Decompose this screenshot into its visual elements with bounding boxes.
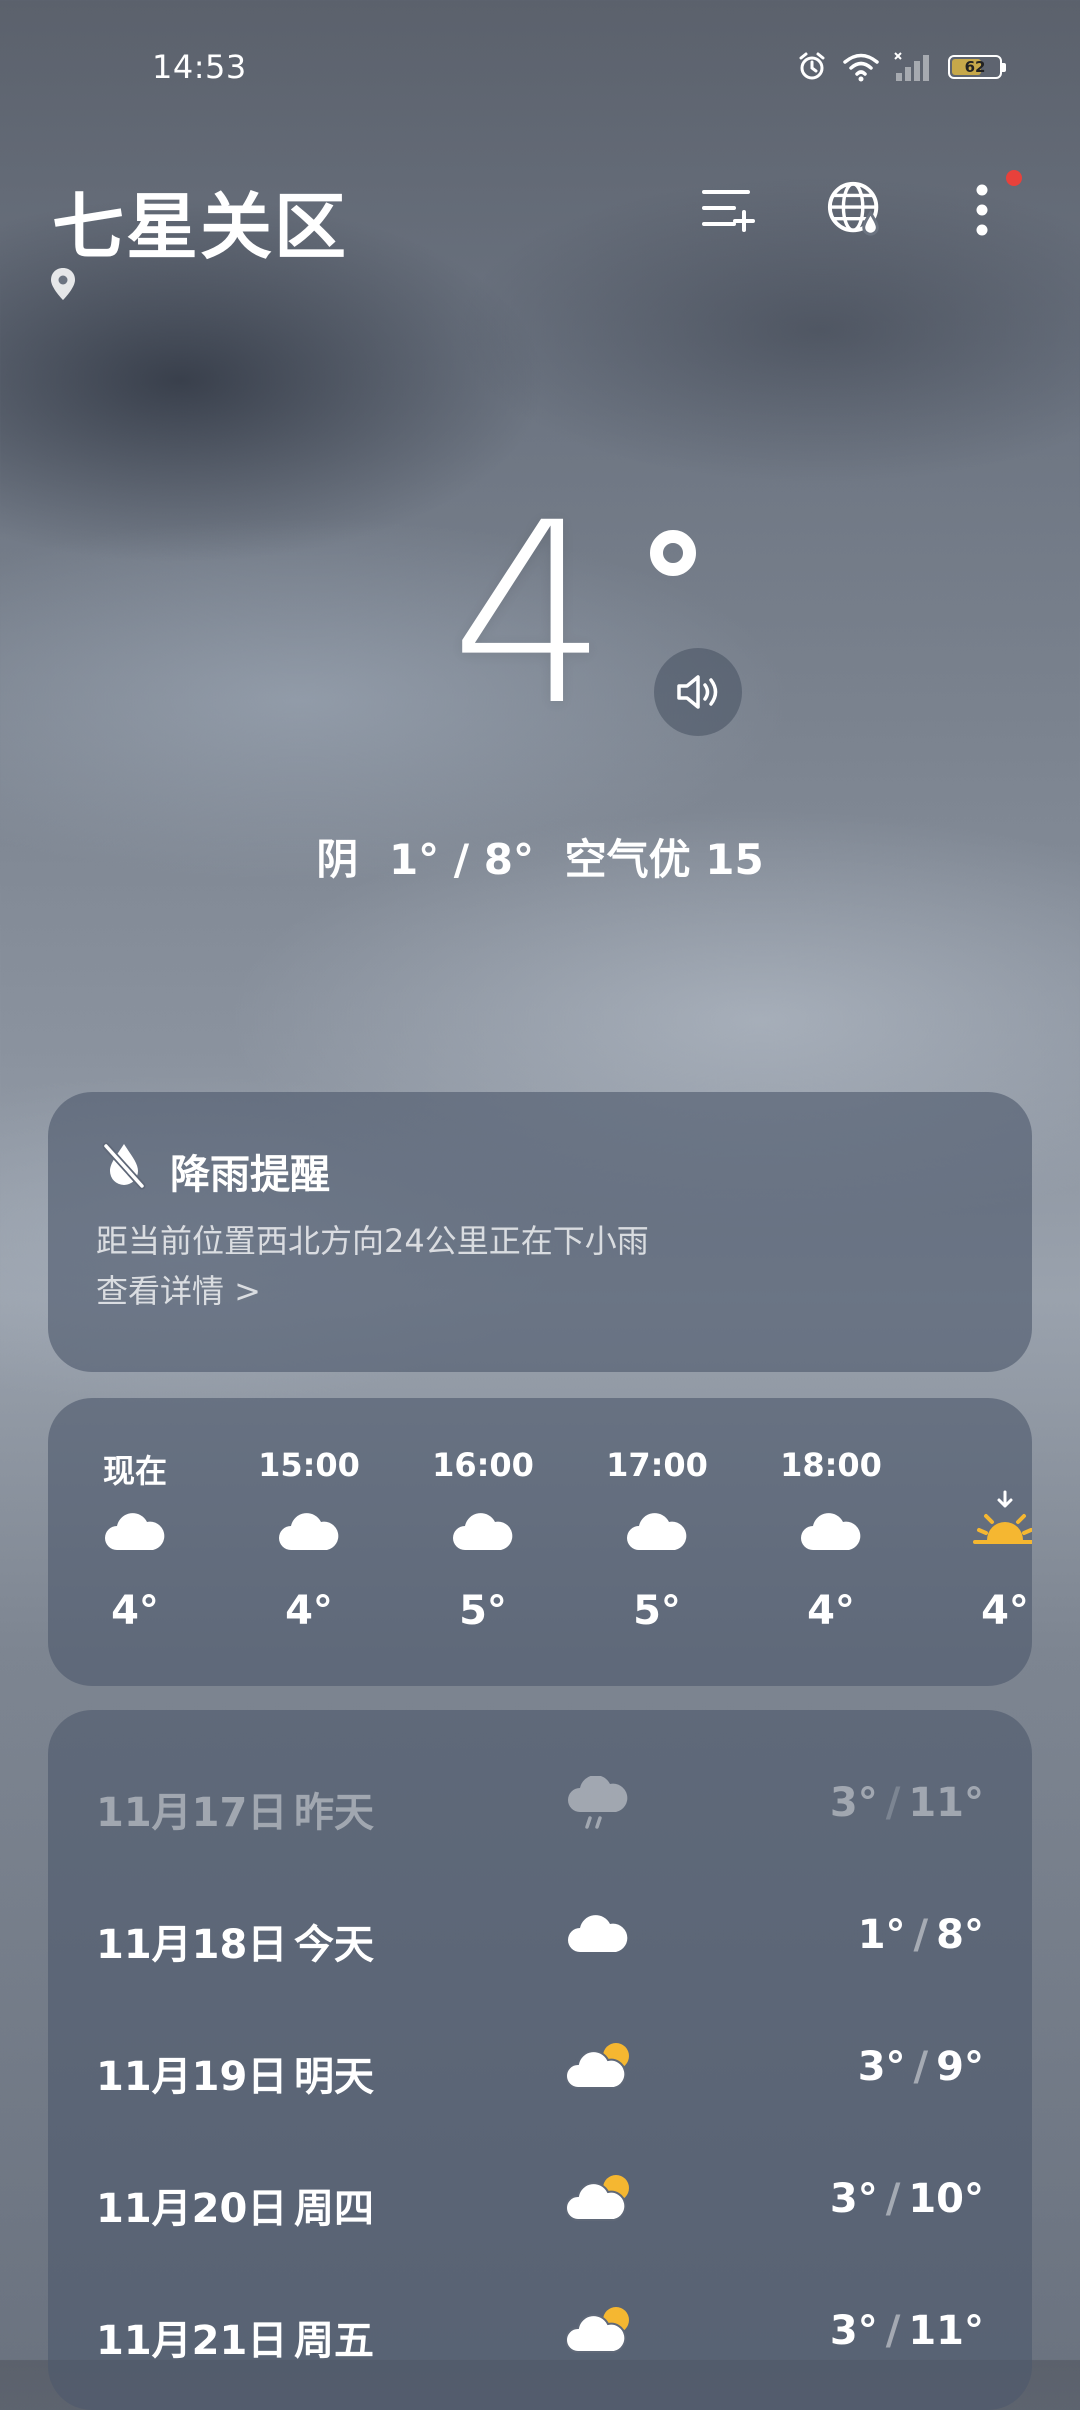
hour-label: 16:00 [432, 1446, 534, 1484]
cloud-icon [568, 1915, 628, 1952]
degree-symbol [650, 530, 696, 576]
sunset-icon [973, 1490, 1032, 1544]
day-temp-range: 3°/11° [829, 1780, 984, 1826]
day-low: 3° [829, 1780, 878, 1826]
hour-label: 17:00 [606, 1446, 708, 1484]
hour-label: 15:00 [258, 1446, 360, 1484]
day-high: 10° [908, 2176, 984, 2222]
day-label: 周四 [294, 2186, 374, 2232]
day-low: 3° [829, 2176, 878, 2222]
cloud-icon [453, 1513, 513, 1550]
globe-rain-icon [827, 181, 879, 236]
battery-level: 62 [964, 58, 986, 76]
speaker-icon [677, 675, 718, 709]
day-label: 明天 [294, 2054, 374, 2100]
global-weather-button[interactable] [826, 180, 886, 240]
battery-icon: 62 [948, 55, 1006, 79]
hour-temp: 4° [285, 1588, 333, 1634]
hour-temp: 4° [807, 1588, 855, 1634]
day-date: 11月20日 [96, 2186, 288, 2232]
alert-details-link[interactable]: 查看详情 > [96, 1266, 261, 1312]
more-options-button[interactable] [952, 180, 1012, 240]
day-temp-range: 1°/8° [857, 1912, 984, 1958]
day-label: 今天 [294, 1922, 374, 1968]
wifi-icon [843, 53, 879, 82]
daily-row[interactable]: 11月21日 周五 3°/11° [96, 2290, 984, 2370]
day-label: 周五 [294, 2318, 374, 2364]
cloud-icon [279, 1513, 339, 1550]
hour-temp: 4° [981, 1588, 1029, 1634]
cloud-icon [801, 1513, 861, 1550]
add-city-button[interactable] [700, 180, 760, 240]
day-high: 11° [908, 2308, 984, 2354]
day-low: 3° [829, 2308, 878, 2354]
daily-row[interactable]: 11月20日 周四 3°/10° [96, 2158, 984, 2238]
city-name[interactable]: 七星关区 [52, 168, 348, 273]
cloud-icon [105, 1513, 165, 1550]
day-date: 11月17日 [96, 1790, 288, 1836]
day-high: 8° [936, 1912, 984, 1958]
status-time: 14:53 [152, 48, 247, 86]
day-date: 11月21日 [96, 2318, 288, 2364]
day-high: 11° [908, 1780, 984, 1826]
temp-range-text: 1° / 8° [388, 835, 534, 884]
rain-cloud-icon [568, 1776, 628, 1829]
signal-icon [894, 52, 929, 81]
day-date: 11月19日 [96, 2054, 288, 2100]
daily-row[interactable]: 11月17日 昨天 3°/11° [96, 1762, 984, 1842]
day-label: 昨天 [294, 1790, 374, 1836]
aqi-text[interactable]: 空气优 15 [565, 835, 764, 884]
daily-row[interactable]: 11月19日 明天 3°/9° [96, 2026, 984, 2106]
hourly-forecast-card[interactable]: 现在 4° 15:00 4° 16:00 5° 17:00 5° 18:00 4… [48, 1398, 1032, 1686]
notification-dot [1006, 170, 1022, 186]
alert-title: 降雨提醒 [170, 1152, 330, 1198]
day-date: 11月18日 [96, 1922, 288, 1968]
weather-summary: 阴 1° / 8° 空气优 15 [0, 826, 1080, 887]
alert-description: 距当前位置西北方向24公里正在下小雨 [96, 1222, 649, 1260]
day-temp-range: 3°/9° [857, 2044, 984, 2090]
cloud-icon [627, 1513, 687, 1550]
daily-row[interactable]: 11月18日 今天 1°/8° [96, 1894, 984, 1974]
current-temperature: 4 [450, 469, 610, 760]
hour-label: 18:00 [780, 1446, 882, 1484]
day-temp-range: 3°/10° [829, 2176, 984, 2222]
day-temp-range: 3°/11° [829, 2308, 984, 2354]
partly-cloudy-icon [566, 2175, 629, 2221]
alarm-icon [799, 52, 825, 80]
no-rain-drop-icon [102, 1142, 146, 1190]
hour-label: 现在 [102, 1452, 167, 1490]
list-add-icon [702, 190, 755, 232]
hour-temp: 5° [633, 1588, 681, 1634]
day-low: 1° [857, 1912, 906, 1958]
more-vertical-icon [976, 184, 988, 236]
partly-cloudy-icon [566, 2307, 629, 2353]
voice-broadcast-button[interactable] [654, 648, 742, 736]
hour-temp: 4° [111, 1588, 159, 1634]
day-high: 9° [936, 2044, 984, 2090]
status-icons: 62 [796, 50, 1006, 84]
hour-temp: 5° [459, 1588, 507, 1634]
day-low: 3° [857, 2044, 906, 2090]
condition-text: 阴 [316, 835, 359, 884]
location-pin-icon [51, 268, 75, 300]
partly-cloudy-icon [566, 2043, 629, 2089]
